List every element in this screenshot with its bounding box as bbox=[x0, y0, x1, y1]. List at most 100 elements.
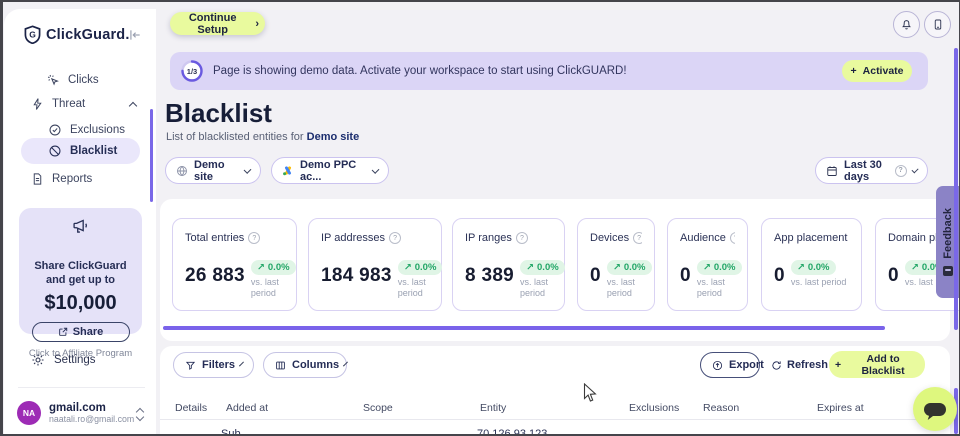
stat-value: 0 bbox=[590, 266, 601, 285]
ppc-account-selector[interactable]: Demo PPC ac... bbox=[271, 157, 389, 184]
horizontal-scrollbar[interactable] bbox=[163, 326, 885, 330]
continue-setup-button[interactable]: Continue Setup › bbox=[170, 12, 265, 35]
columns-button[interactable]: Columns bbox=[263, 352, 347, 378]
exclusions-icon bbox=[48, 123, 62, 137]
info-icon[interactable]: ? bbox=[389, 232, 401, 244]
chevron-down-icon bbox=[244, 166, 252, 174]
feedback-icon bbox=[943, 266, 953, 276]
sidebar-item-clicks[interactable]: Clicks bbox=[46, 69, 99, 91]
user-name: gmail.com bbox=[49, 402, 129, 415]
continue-setup-label: Continue Setup bbox=[176, 12, 249, 36]
sidebar-collapse-icon[interactable] bbox=[128, 28, 142, 42]
filters-button[interactable]: Filters bbox=[173, 352, 254, 378]
chevron-right-icon: › bbox=[255, 18, 259, 30]
trend-badge: ↗0.0% bbox=[697, 260, 742, 275]
sidebar-item-label: Exclusions bbox=[70, 124, 125, 136]
info-icon[interactable]: ? bbox=[516, 232, 528, 244]
feedback-label: Feedback bbox=[942, 208, 954, 259]
chat-launcher-button[interactable] bbox=[913, 387, 957, 431]
column-header-scope[interactable]: Scope bbox=[363, 402, 393, 414]
threat-icon bbox=[31, 97, 44, 111]
chevron-down-icon bbox=[372, 166, 380, 174]
window-edge bbox=[0, 0, 3, 436]
sidebar-scrollbar[interactable] bbox=[150, 109, 153, 202]
notifications-button[interactable] bbox=[893, 11, 920, 38]
divider bbox=[160, 419, 950, 420]
chat-icon bbox=[924, 403, 946, 416]
page-subtitle: List of blacklisted entities for Demo si… bbox=[166, 131, 359, 143]
avatar: NA bbox=[17, 401, 41, 425]
user-email: naatali.ro@gmail.com bbox=[49, 414, 129, 424]
plus-icon: + bbox=[851, 65, 857, 77]
column-header-added-at[interactable]: Added at bbox=[226, 402, 268, 414]
stat-card-ip-ranges: IP ranges? 8 389 ↗0.0%vs. last period bbox=[452, 218, 565, 311]
share-button-label: Share bbox=[73, 326, 104, 338]
app-window: G ClickGuard. Clicks Threat Exclusions bbox=[0, 0, 960, 436]
refresh-icon bbox=[771, 360, 782, 371]
trend-badge: ↗0.0% bbox=[607, 260, 652, 275]
window-edge bbox=[0, 0, 960, 2]
activate-button[interactable]: + Activate bbox=[842, 60, 912, 82]
mobile-icon bbox=[932, 18, 944, 31]
stat-period: vs. last period bbox=[251, 277, 284, 299]
stat-label: Devices bbox=[590, 232, 629, 244]
user-menu[interactable]: NA gmail.com naatali.ro@gmail.com bbox=[17, 401, 143, 425]
export-label: Export bbox=[729, 359, 764, 371]
activate-label: Activate bbox=[863, 65, 904, 77]
trend-badge: ↗0.0% bbox=[520, 260, 565, 275]
column-header-expires-at[interactable]: Expires at bbox=[817, 402, 864, 414]
trend-up-icon: ↗ bbox=[797, 262, 805, 273]
stat-label: IP ranges bbox=[465, 232, 512, 244]
divider bbox=[18, 387, 145, 388]
promo-amount: $10,000 bbox=[19, 292, 142, 315]
stat-label: App placement bbox=[774, 232, 847, 244]
site-selector[interactable]: Demo site bbox=[165, 157, 261, 184]
add-to-blacklist-button[interactable]: + Add to Blacklist bbox=[829, 351, 925, 378]
sidebar-item-label: Reports bbox=[52, 173, 92, 185]
stat-card-total-entries: Total entries? 26 883 ↗0.0%vs. last peri… bbox=[172, 218, 297, 311]
page-scrollbar[interactable] bbox=[954, 48, 958, 330]
share-button[interactable]: Share bbox=[32, 322, 130, 342]
date-range-selector[interactable]: Last 30 days ? bbox=[815, 157, 928, 184]
affiliate-promo-card[interactable]: Share ClickGuard and get up to $10,000 S… bbox=[19, 208, 142, 334]
trend-up-icon: ↗ bbox=[257, 262, 265, 273]
info-icon[interactable]: ? bbox=[248, 232, 260, 244]
chevron-down-icon bbox=[239, 362, 244, 367]
device-button[interactable] bbox=[924, 11, 951, 38]
sidebar-item-label: Threat bbox=[52, 98, 85, 110]
stat-card-audience: Audience? 0 ↗0.0%vs. last period bbox=[667, 218, 748, 311]
subtitle-target: Demo site bbox=[307, 131, 360, 143]
column-header-entity[interactable]: Entity bbox=[480, 402, 506, 414]
stat-label: Total entries bbox=[185, 232, 244, 244]
bell-icon bbox=[900, 18, 913, 31]
column-header-reason[interactable]: Reason bbox=[703, 402, 739, 414]
sidebar-item-reports[interactable]: Reports bbox=[31, 168, 92, 190]
sidebar-item-blacklist[interactable]: Blacklist bbox=[48, 140, 117, 162]
sidebar-item-settings[interactable]: Settings bbox=[31, 353, 96, 367]
info-icon[interactable]: ? bbox=[730, 232, 735, 244]
export-button[interactable]: Export bbox=[700, 352, 760, 378]
trend-up-icon: ↗ bbox=[703, 262, 711, 273]
column-header-details[interactable]: Details bbox=[175, 402, 207, 414]
stat-value: 8 389 bbox=[465, 266, 514, 285]
sidebar-item-label: Blacklist bbox=[70, 145, 117, 157]
plus-icon: + bbox=[835, 359, 841, 371]
trend-up-icon: ↗ bbox=[911, 262, 919, 273]
stat-period: vs. last period bbox=[398, 277, 429, 299]
trend-badge: ↗0.0% bbox=[398, 260, 443, 275]
stat-label: IP addresses bbox=[321, 232, 385, 244]
refresh-button[interactable]: Refresh bbox=[765, 352, 834, 378]
demo-data-banner: 1/3 Page is showing demo data. Activate … bbox=[170, 52, 928, 90]
google-ads-icon bbox=[282, 165, 294, 177]
stat-period: vs. last period bbox=[607, 277, 642, 299]
filter-icon bbox=[185, 360, 196, 371]
filters-label: Filters bbox=[202, 359, 235, 371]
date-range-label: Last 30 days bbox=[844, 159, 889, 183]
sidebar-item-threat[interactable]: Threat bbox=[31, 93, 136, 115]
trend-badge: ↗0.0% bbox=[791, 260, 836, 275]
column-header-exclusions[interactable]: Exclusions bbox=[629, 402, 679, 414]
info-icon[interactable]: ? bbox=[633, 232, 642, 244]
brand-shield-icon: G bbox=[24, 25, 41, 44]
page-title: Blacklist bbox=[165, 98, 272, 129]
stat-value: 0 bbox=[680, 266, 691, 285]
